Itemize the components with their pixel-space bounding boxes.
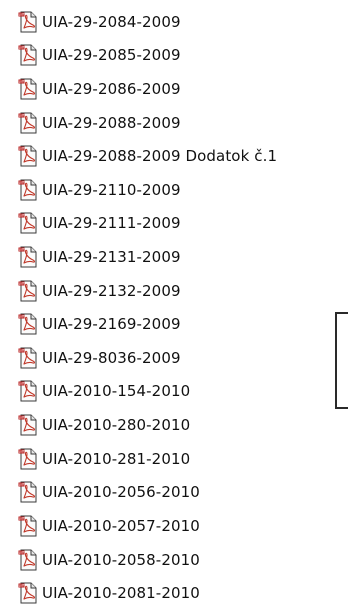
pdf-file-icon xyxy=(18,246,38,268)
pdf-file-icon xyxy=(18,212,38,234)
file-item[interactable]: UIA-2010-280-2010 xyxy=(18,414,190,436)
file-name: UIA-29-2088-2009 Dodatok č.1 xyxy=(42,147,278,165)
file-name: UIA-29-2084-2009 xyxy=(42,13,181,31)
file-name: UIA-2010-2058-2010 xyxy=(42,551,200,569)
file-name: UIA-29-2086-2009 xyxy=(42,80,181,98)
file-name: UIA-29-2111-2009 xyxy=(42,214,181,232)
file-item[interactable]: UIA-29-2086-2009 xyxy=(18,78,181,100)
file-item[interactable]: UIA-29-2085-2009 xyxy=(18,44,181,66)
pdf-file-icon xyxy=(18,145,38,167)
file-item[interactable]: UIA-29-2084-2009 xyxy=(18,11,181,33)
file-name: UIA-29-2131-2009 xyxy=(42,248,181,266)
pdf-file-icon xyxy=(18,481,38,503)
pdf-file-icon xyxy=(18,582,38,604)
file-name: UIA-29-2085-2009 xyxy=(42,46,181,64)
file-name: UIA-29-2169-2009 xyxy=(42,315,181,333)
file-item[interactable]: UIA-2010-2081-2010 xyxy=(18,582,200,604)
file-item[interactable]: UIA-29-2131-2009 xyxy=(18,246,181,268)
pdf-file-icon xyxy=(18,414,38,436)
file-item[interactable]: UIA-29-2111-2009 xyxy=(18,212,181,234)
file-item[interactable]: UIA-29-2088-2009 Dodatok č.1 xyxy=(18,145,277,167)
file-item[interactable]: UIA-2010-2056-2010 xyxy=(18,481,200,503)
file-name: UIA-2010-2056-2010 xyxy=(42,483,200,501)
file-name: UIA-2010-2081-2010 xyxy=(42,584,200,602)
pdf-file-icon xyxy=(18,313,38,335)
file-item[interactable]: UIA-29-2088-2009 xyxy=(18,112,181,134)
pdf-file-icon xyxy=(18,280,38,302)
pdf-file-icon xyxy=(18,112,38,134)
pdf-file-icon xyxy=(18,179,38,201)
file-name: UIA-29-2088-2009 xyxy=(42,114,181,132)
pdf-file-icon xyxy=(18,11,38,33)
file-item[interactable]: UIA-2010-2057-2010 xyxy=(18,515,200,537)
file-item[interactable]: UIA-2010-2058-2010 xyxy=(18,549,200,571)
pdf-file-icon xyxy=(18,380,38,402)
file-item[interactable]: UIA-29-2110-2009 xyxy=(18,179,181,201)
file-name: UIA-2010-280-2010 xyxy=(42,416,191,434)
pdf-file-icon xyxy=(18,515,38,537)
file-name: UIA-29-2132-2009 xyxy=(42,282,181,300)
file-name: UIA-2010-2057-2010 xyxy=(42,517,200,535)
file-item[interactable]: UIA-29-2169-2009 xyxy=(18,313,181,335)
pdf-file-icon xyxy=(18,78,38,100)
pdf-file-icon xyxy=(18,347,38,369)
partial-frame xyxy=(335,312,348,409)
file-name: UIA-2010-154-2010 xyxy=(42,382,191,400)
file-name: UIA-29-8036-2009 xyxy=(42,349,181,367)
pdf-file-icon xyxy=(18,448,38,470)
file-item[interactable]: UIA-2010-281-2010 xyxy=(18,448,190,470)
file-name: UIA-29-2110-2009 xyxy=(42,181,181,199)
pdf-file-icon xyxy=(18,44,38,66)
file-item[interactable]: UIA-2010-154-2010 xyxy=(18,380,190,402)
file-item[interactable]: UIA-29-2132-2009 xyxy=(18,280,181,302)
file-name: UIA-2010-281-2010 xyxy=(42,450,191,468)
pdf-file-icon xyxy=(18,549,38,571)
file-item[interactable]: UIA-29-8036-2009 xyxy=(18,347,181,369)
